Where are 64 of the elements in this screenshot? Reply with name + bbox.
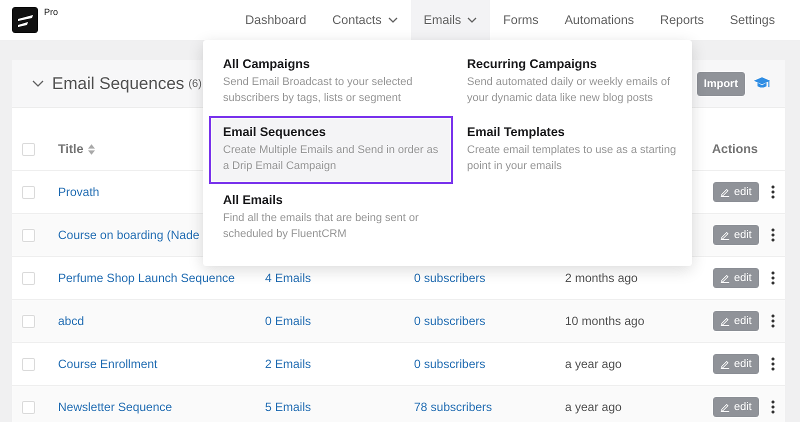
card-title: Email Sequences — [52, 74, 184, 94]
pencil-icon — [720, 273, 730, 283]
column-header[interactable]: Title — [58, 142, 96, 156]
plan-label: Pro — [44, 7, 58, 17]
nav-item[interactable]: Automations — [552, 0, 648, 40]
row-checkbox[interactable] — [22, 228, 35, 242]
pencil-icon — [720, 316, 730, 326]
nav-item[interactable]: Reports — [647, 0, 717, 40]
updated-time: a year ago — [565, 357, 622, 371]
select-all-checkbox[interactable] — [22, 142, 35, 156]
updated-time: a year ago — [565, 400, 622, 414]
updated-time: 2 months ago — [565, 271, 638, 285]
emails-link[interactable]: 2 Emails — [265, 357, 312, 371]
nav-item[interactable]: Settings — [716, 0, 788, 40]
sequence-link[interactable]: Course on boarding (Nade — [58, 228, 200, 242]
edit-button[interactable]: edit — [713, 268, 759, 288]
collapse-icon[interactable] — [32, 80, 44, 88]
nav-item[interactable]: Contacts — [319, 0, 411, 40]
edit-button[interactable]: edit — [713, 225, 759, 245]
edit-button[interactable]: edit — [713, 311, 759, 331]
row-checkbox[interactable] — [22, 272, 35, 284]
sort-icon[interactable] — [88, 144, 96, 154]
sequence-link[interactable]: Newsletter Sequence — [58, 400, 172, 414]
menu-item[interactable]: Recurring Campaigns Send automated daily or weekly emails of your dynamic data like new blog posts — [453, 48, 697, 116]
menu-item[interactable]: All Campaigns Send Email Broadcast to your selected subscribers by tags, lists or segment — [209, 48, 453, 116]
row-checkbox[interactable] — [22, 186, 35, 198]
row-checkbox[interactable] — [22, 314, 35, 328]
nav-item[interactable]: Forms — [490, 0, 552, 40]
emails-link[interactable]: 5 Emails — [265, 400, 312, 414]
subscribers-link[interactable]: 0 subscribers — [414, 357, 486, 371]
sequence-link[interactable]: Course Enrollment — [58, 357, 158, 371]
emails-link[interactable]: 0 Emails — [265, 314, 312, 328]
menu-item[interactable]: All Emails Find all the emails that are being sent or scheduled by FluentCRM — [209, 184, 453, 252]
more-icon[interactable] — [771, 314, 775, 328]
menu-item[interactable]: Email Sequences Create Multiple Emails and Send in order as a Drip Email Campaign — [209, 116, 453, 184]
subscribers-link[interactable]: 0 subscribers — [414, 314, 486, 328]
edit-button[interactable]: edit — [713, 182, 759, 202]
row-checkbox[interactable] — [22, 400, 35, 414]
nav-item[interactable]: Emails — [410, 0, 490, 40]
sequence-link[interactable]: Provath — [58, 185, 100, 199]
import-button[interactable]: Import — [696, 72, 745, 96]
menu-item[interactable]: Email Templates Create email templates to use as a starting point in your emails — [453, 116, 697, 184]
logo-icon — [12, 7, 38, 33]
sequence-count: (6) — [188, 78, 202, 90]
edit-button[interactable]: edit — [713, 397, 759, 417]
subscribers-link[interactable]: 0 subscribers — [414, 271, 486, 285]
edit-button[interactable]: edit — [713, 354, 759, 374]
nav-item[interactable]: Dashboard — [232, 0, 320, 40]
sequence-link[interactable]: Perfume Shop Launch Sequence — [58, 271, 235, 285]
subscribers-link[interactable]: 78 subscribers — [414, 400, 492, 414]
emails-link[interactable]: 4 Emails — [265, 271, 312, 285]
more-icon[interactable] — [771, 400, 775, 414]
more-icon[interactable] — [771, 357, 775, 371]
sequence-link[interactable]: abcd — [58, 314, 84, 328]
more-icon[interactable] — [771, 271, 775, 285]
pencil-icon — [720, 402, 730, 412]
row-checkbox[interactable] — [22, 358, 35, 370]
pencil-icon — [720, 230, 730, 240]
more-icon[interactable] — [771, 228, 775, 242]
pencil-icon — [720, 359, 730, 369]
more-icon[interactable] — [771, 185, 775, 199]
column-header: Actions — [712, 142, 758, 156]
updated-time: 10 months ago — [565, 314, 644, 328]
pencil-icon — [720, 187, 730, 197]
